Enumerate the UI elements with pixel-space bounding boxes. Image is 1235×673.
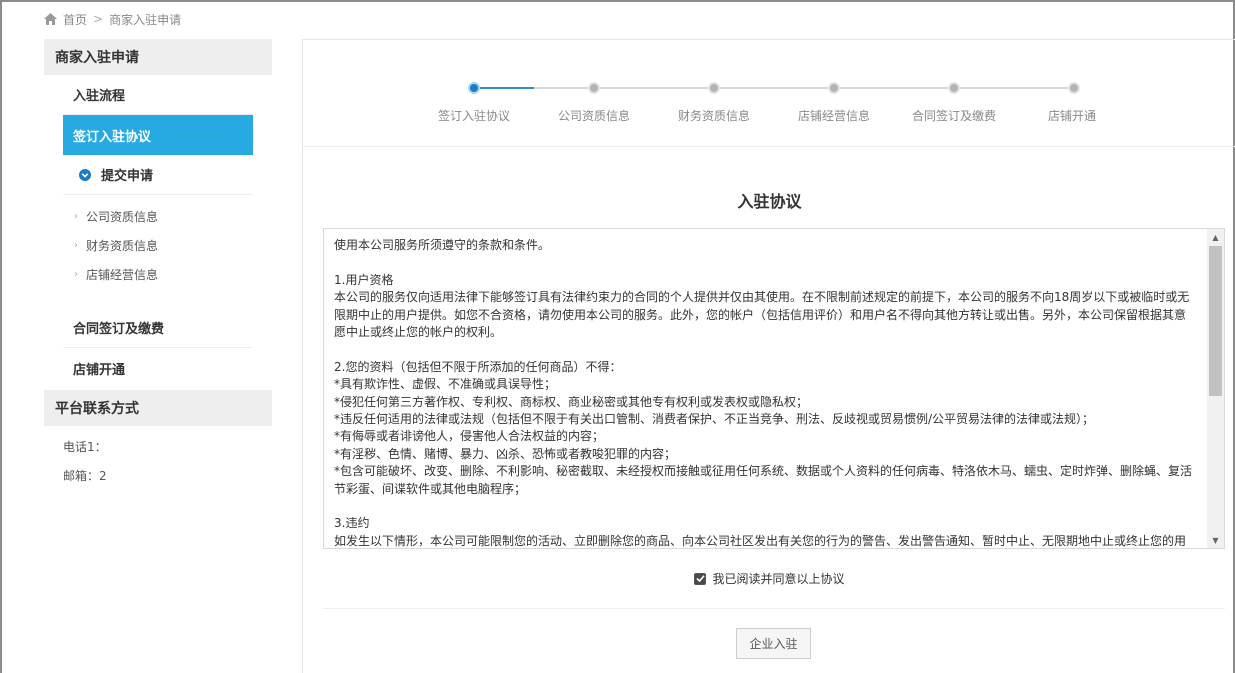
home-icon bbox=[44, 13, 57, 25]
step-label: 签订入驻协议 bbox=[437, 109, 510, 123]
terms-line: 2.您的资料（包括但不限于所添加的任何商品）不得： bbox=[334, 359, 622, 374]
contact-info: 电话1： 邮箱：2 bbox=[44, 432, 272, 490]
sidebar-item-submit-application[interactable]: 提交申请 bbox=[63, 155, 253, 195]
breadcrumb-separator: > bbox=[93, 12, 104, 26]
step-label: 公司资质信息 bbox=[557, 109, 630, 123]
terms-line: *侵犯任何第三方著作权、专利权、商标权、商业秘密或其他专有权利或发表权或隐私权； bbox=[334, 394, 809, 409]
agreement-title: 入驻协议 bbox=[737, 192, 802, 211]
step-connector bbox=[534, 87, 594, 89]
terms-line: 3.违约 bbox=[334, 516, 370, 531]
progress-steps: 签订入驻协议 公司资质信息 财务资质信息 店铺经营信息 合同签订及缴费 店铺开通 bbox=[303, 40, 1235, 147]
terms-line: *违反任何适用的法律或法规（包括但不限于有关出口管制、消费者保护、不正当竞争、刑… bbox=[334, 412, 1095, 427]
terms-scrollbar[interactable]: ▲ ▼ bbox=[1207, 229, 1224, 548]
sidebar-item-label: 提交申请 bbox=[101, 169, 154, 184]
sidebar-subitem-store-info[interactable]: › 店铺经营信息 bbox=[74, 260, 272, 289]
terms-line: *有淫秽、色情、赌博、暴力、凶杀、恐怖或者教唆犯罪的内容； bbox=[334, 446, 677, 461]
sidebar-subitem-company-qualification[interactable]: › 公司资质信息 bbox=[74, 202, 272, 231]
sidebar-subitem-finance-qualification[interactable]: › 财务资质信息 bbox=[74, 231, 272, 260]
contact-email: 邮箱：2 bbox=[63, 469, 107, 483]
terms-line: 使用本公司服务所须遵守的条款和条件。 bbox=[334, 238, 551, 252]
chevron-right-icon: › bbox=[74, 240, 78, 251]
chevron-right-icon: › bbox=[74, 211, 78, 222]
step-dot bbox=[588, 82, 600, 94]
terms-blank-line bbox=[334, 498, 1204, 515]
step-connector bbox=[954, 87, 1074, 89]
step-label: 合同签订及缴费 bbox=[911, 109, 996, 123]
step-dot bbox=[948, 82, 960, 94]
sidebar-item-store-open[interactable]: 店铺开通 bbox=[63, 348, 253, 388]
chevron-down-circle-icon bbox=[79, 168, 91, 181]
agree-label: 我已阅读并同意以上协议 bbox=[712, 572, 845, 586]
terms-textarea[interactable]: 使用本公司服务所须遵守的条款和条件。 1.用户资格 本公司的服务仅向适用法律下能… bbox=[323, 228, 1225, 549]
sidebar-subitem-label: 店铺经营信息 bbox=[86, 268, 159, 282]
sidebar-item-process[interactable]: 入驻流程 bbox=[63, 75, 253, 115]
step-dot-current bbox=[468, 82, 480, 94]
step-label: 财务资质信息 bbox=[677, 109, 750, 123]
step-dot bbox=[1068, 82, 1080, 94]
step-dot bbox=[708, 82, 720, 94]
scroll-down-arrow-icon[interactable]: ▼ bbox=[1207, 532, 1224, 548]
scroll-up-arrow-icon[interactable]: ▲ bbox=[1207, 229, 1224, 245]
sidebar-subitem-label: 财务资质信息 bbox=[86, 239, 159, 253]
terms-blank-line bbox=[334, 254, 1204, 271]
sidebar-subitem-label: 公司资质信息 bbox=[86, 210, 159, 224]
terms-line: *包含可能破坏、改变、删除、不利影响、秘密截取、未经授权而接触或征用任何系统、数… bbox=[334, 464, 1193, 479]
divider bbox=[323, 608, 1225, 609]
step-label: 店铺开通 bbox=[1047, 109, 1096, 123]
breadcrumb-home-link[interactable]: 首页 bbox=[63, 11, 87, 28]
sidebar-contact-header: 平台联系方式 bbox=[44, 390, 272, 426]
sidebar-header: 商家入驻申请 bbox=[44, 39, 272, 75]
step-label: 店铺经营信息 bbox=[797, 109, 870, 123]
terms-line: 节彩蛋、间谍软件或其他电脑程序； bbox=[334, 481, 527, 496]
breadcrumb: 首页 > 商家入驻申请 bbox=[44, 10, 181, 28]
checkmark-icon bbox=[696, 575, 705, 583]
step-connector bbox=[834, 87, 954, 89]
terms-line: 本公司的服务仅向适用法律下能够签订具有法律约束力的合同的个人提供并仅由其使用。在… bbox=[334, 290, 1190, 305]
terms-line: 限期中止的用户提供。如您不合资格，请勿使用本公司的服务。此外，您的帐户（包括信用… bbox=[334, 307, 1187, 322]
terms-content: 使用本公司服务所须遵守的条款和条件。 1.用户资格 本公司的服务仅向适用法律下能… bbox=[334, 237, 1204, 548]
agree-checkbox-row[interactable]: 我已阅读并同意以上协议 bbox=[303, 570, 1235, 587]
terms-line: 如发生以下情形，本公司可能限制您的活动、立即删除您的商品、向本公司社区发出有关您… bbox=[334, 533, 1187, 548]
enterprise-join-button[interactable]: 企业入驻 bbox=[736, 628, 811, 659]
step-connector bbox=[594, 87, 714, 89]
terms-line: 1.用户资格 bbox=[334, 272, 394, 287]
terms-line: 愿中止或终止您的帐户的权利。 bbox=[334, 325, 503, 340]
step-connector bbox=[714, 87, 834, 89]
breadcrumb-current: 商家入驻申请 bbox=[109, 12, 182, 27]
chevron-right-icon: › bbox=[74, 269, 78, 280]
terms-line: *有侮辱或者诽谤他人，侵害他人合法权益的内容； bbox=[334, 429, 605, 444]
terms-blank-line bbox=[334, 341, 1204, 358]
main-panel: 签订入驻协议 公司资质信息 财务资质信息 店铺经营信息 合同签订及缴费 店铺开通… bbox=[302, 39, 1235, 673]
agree-checkbox[interactable] bbox=[694, 572, 707, 585]
sidebar-item-contract-payment[interactable]: 合同签订及缴费 bbox=[63, 308, 253, 348]
contact-phone: 电话1： bbox=[63, 440, 107, 454]
sidebar-item-sign-agreement[interactable]: 签订入驻协议 bbox=[63, 115, 253, 155]
step-dot bbox=[828, 82, 840, 94]
step-connector bbox=[474, 87, 534, 89]
scrollbar-thumb[interactable] bbox=[1209, 246, 1222, 396]
sidebar: 商家入驻申请 入驻流程 签订入驻协议 提交申请 › 公司资质信息 › 财务资质信… bbox=[44, 39, 272, 490]
terms-line: *具有欺诈性、虚假、不准确或具误导性； bbox=[334, 377, 557, 392]
